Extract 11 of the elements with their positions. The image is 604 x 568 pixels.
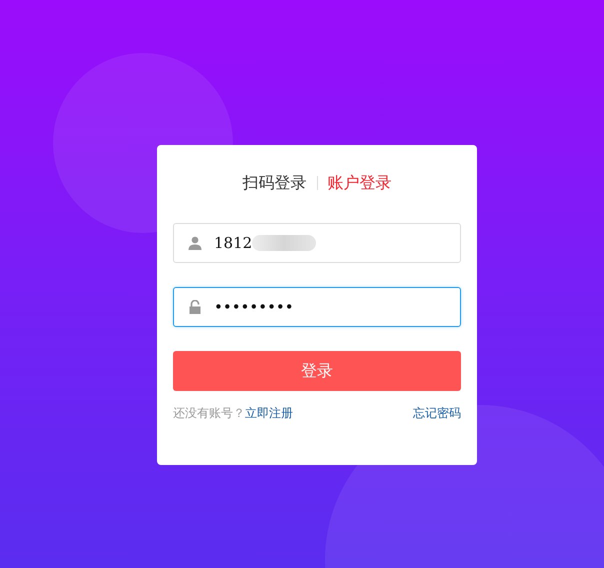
password-field[interactable]: •••••••••: [173, 287, 461, 327]
lock-icon: [188, 300, 202, 314]
register-prompt: 还没有账号？: [173, 406, 245, 420]
user-icon: [188, 236, 202, 250]
login-tab[interactable]: 扫码登录: [242, 172, 306, 194]
login-tab[interactable]: 账户登录: [328, 172, 392, 194]
forgot-password-link[interactable]: 忘记密码: [413, 405, 461, 422]
field-value: 1812: [214, 234, 252, 252]
username-field[interactable]: 1812: [173, 223, 461, 263]
field-value: •••••••••: [214, 298, 294, 316]
register-link[interactable]: 立即注册: [245, 406, 293, 420]
